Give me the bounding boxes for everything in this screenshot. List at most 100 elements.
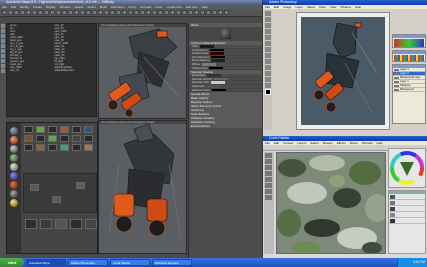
shelf-tool-icon[interactable] <box>164 10 169 15</box>
maya-menu-item[interactable]: Normals <box>138 5 153 9</box>
paint-bucket-icon[interactable] <box>265 165 272 170</box>
outliner-row[interactable]: wire_01 <box>7 69 52 72</box>
painter-menu-item[interactable]: Select <box>308 141 320 145</box>
painter-menu-item[interactable]: Help <box>375 141 385 145</box>
taskbar-item-maya[interactable]: Autodesk Maya <box>26 259 66 266</box>
material-sphere-icon[interactable] <box>10 190 18 198</box>
material-sphere-icon[interactable] <box>10 136 18 144</box>
shelf-tool-icon[interactable] <box>212 10 217 15</box>
texture-node[interactable] <box>70 219 82 229</box>
shelf-tool-icon[interactable] <box>8 10 13 15</box>
shelf-tool-icon[interactable] <box>176 10 181 15</box>
taskbar-item-photoshop[interactable]: Adobe Photoshop <box>68 259 108 266</box>
shelf-tool-icon[interactable] <box>116 10 121 15</box>
maya-menu-item[interactable]: Mesh <box>98 5 109 9</box>
painter-layer-row[interactable] <box>389 218 425 224</box>
scale-tool-icon[interactable] <box>1 44 5 48</box>
lasso-tool-icon[interactable] <box>265 23 271 28</box>
shelf-tool-icon[interactable] <box>110 10 115 15</box>
maya-menu-item[interactable]: Window <box>58 5 73 9</box>
painter-menu-item[interactable]: Edit <box>272 141 281 145</box>
shelf-tool-icon[interactable] <box>98 10 103 15</box>
material-sphere-icon[interactable] <box>10 163 18 171</box>
start-button[interactable]: start <box>0 258 24 267</box>
layer-adjuster-icon[interactable] <box>265 177 272 182</box>
shelf-tool-icon[interactable] <box>50 10 55 15</box>
graph-node[interactable] <box>52 196 61 203</box>
texture-node[interactable] <box>55 219 67 229</box>
shader-node[interactable] <box>48 126 57 133</box>
text-tool-icon[interactable] <box>265 71 271 76</box>
shader-node[interactable] <box>60 126 69 133</box>
shelf-tool-icon[interactable] <box>140 10 145 15</box>
magnifier-tool-icon[interactable] <box>265 183 272 188</box>
painter-menu-item[interactable]: Canvas <box>281 141 295 145</box>
shelf-tool-icon[interactable] <box>14 10 19 15</box>
maya-menu-item[interactable]: Help <box>200 5 210 9</box>
shelf-tool-icon[interactable] <box>134 10 139 15</box>
shelf-tool-icon[interactable] <box>182 10 187 15</box>
shader-node[interactable] <box>24 144 33 151</box>
maya-menu-item[interactable]: Assets <box>72 5 85 9</box>
shelf-tool-icon[interactable] <box>122 10 127 15</box>
material-sphere-icon[interactable] <box>10 127 18 135</box>
shelf-tool-icon[interactable] <box>218 10 223 15</box>
shader-node[interactable] <box>24 135 33 142</box>
shelf-tool-icon[interactable] <box>206 10 211 15</box>
shader-node[interactable] <box>84 126 93 133</box>
shader-node[interactable] <box>36 126 45 133</box>
layer-row[interactable]: Background <box>393 88 425 92</box>
shader-node[interactable] <box>48 135 57 142</box>
shelf-tool-icon[interactable] <box>92 10 97 15</box>
shader-node[interactable] <box>60 144 69 151</box>
maya-menu-item[interactable]: Color <box>153 5 164 9</box>
maya-menu-item[interactable]: Proxy <box>126 5 138 9</box>
ps-menu-item[interactable]: Window <box>338 5 353 9</box>
maya-menu-item[interactable]: Create <box>31 5 44 9</box>
shelf-tool-icon[interactable] <box>44 10 49 15</box>
shelf-tool-icon[interactable] <box>152 10 157 15</box>
brush-tool-icon[interactable] <box>265 153 272 158</box>
texture-node[interactable] <box>25 219 37 229</box>
maya-menu-item[interactable]: File <box>0 5 9 9</box>
maya-menu-item[interactable]: Display <box>44 5 58 9</box>
color-swatch[interactable] <box>211 55 226 59</box>
shader-node[interactable] <box>36 135 45 142</box>
crop-tool-icon[interactable] <box>265 35 271 40</box>
slider[interactable] <box>207 74 222 77</box>
zoom-tool-icon[interactable] <box>265 83 271 88</box>
material-sphere-icon[interactable] <box>10 145 18 153</box>
shelf-tool-icon[interactable] <box>158 10 163 15</box>
shelf-tool-icon[interactable] <box>194 10 199 15</box>
shader-node[interactable] <box>60 135 69 142</box>
ps-menu-item[interactable]: Filter <box>317 5 328 9</box>
texture-node[interactable] <box>40 219 52 229</box>
ps-menu-item[interactable]: Layer <box>293 5 305 9</box>
slider[interactable] <box>202 63 217 66</box>
layout-outliner-icon[interactable] <box>1 69 5 73</box>
color-swatch[interactable] <box>200 45 215 48</box>
shelf-tool-icon[interactable] <box>38 10 43 15</box>
dodge-tool-icon[interactable] <box>265 65 271 70</box>
wand-tool-icon[interactable] <box>265 29 271 34</box>
swatch-grid[interactable] <box>394 55 424 61</box>
ps-menu-item[interactable]: View <box>328 5 338 9</box>
ps-menu-item[interactable]: Edit <box>272 5 281 9</box>
material-sphere-icon[interactable] <box>10 199 18 207</box>
stamp-tool-icon[interactable] <box>265 47 271 52</box>
shelf-tool-icon[interactable] <box>200 10 205 15</box>
maya-menu-item[interactable]: Edit UVs <box>184 5 200 9</box>
eraser-tool-icon[interactable] <box>265 171 272 176</box>
dropper-tool-icon[interactable] <box>265 159 272 164</box>
maya-menu-item[interactable]: Select <box>85 5 97 9</box>
shelf-tool-icon[interactable] <box>224 10 229 15</box>
maya-menu-item[interactable]: Edit Mesh <box>109 5 126 9</box>
ps-menu-item[interactable]: Image <box>281 5 293 9</box>
layout-two-icon[interactable] <box>1 64 5 68</box>
select-tool-icon[interactable] <box>1 24 5 28</box>
color-wheel[interactable] <box>389 149 425 187</box>
maya-menu-item[interactable]: Modify <box>18 5 31 9</box>
shelf-tool-icon[interactable] <box>56 10 61 15</box>
color-bar[interactable] <box>394 39 424 47</box>
shelf-tool-icon[interactable] <box>32 10 37 15</box>
